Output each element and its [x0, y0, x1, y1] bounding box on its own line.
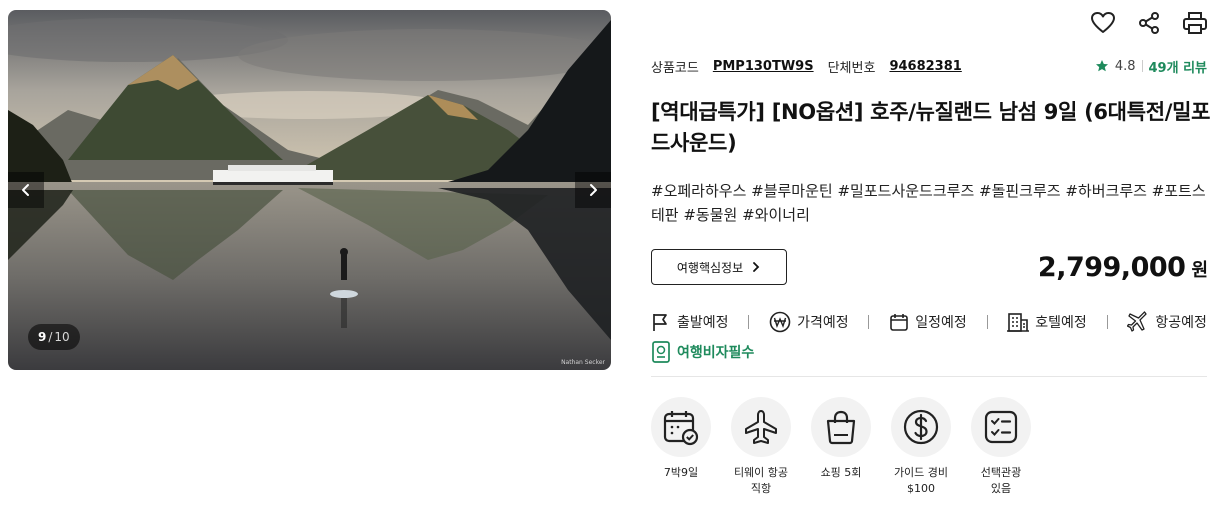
- dollar-icon: [903, 409, 939, 445]
- star-icon: [1095, 60, 1108, 72]
- status-departure: 출발예정: [651, 312, 729, 332]
- product-code-label: 상품코드: [651, 60, 699, 76]
- hotel-icon: [1007, 313, 1030, 332]
- divider: [868, 315, 870, 329]
- chevron-right-icon: [590, 184, 597, 196]
- airplane-icon: [745, 410, 777, 444]
- review-count-link[interactable]: 49개 리뷰: [1149, 57, 1208, 76]
- gallery-next-button[interactable]: [575, 172, 611, 208]
- feature-bubble: [971, 397, 1031, 457]
- won-icon: [769, 311, 791, 333]
- divider: [748, 315, 750, 329]
- divider: [1106, 315, 1108, 329]
- feature-bubble: [811, 397, 871, 457]
- print-icon: [1183, 12, 1207, 34]
- calendar-icon: [890, 314, 908, 331]
- status-label: 가격예정: [797, 315, 849, 331]
- core-info-label: 여행핵심정보: [676, 260, 744, 275]
- visa-required: 여행비자필수: [651, 341, 754, 363]
- feature-label: 쇼핑 5회: [820, 466, 862, 479]
- price-amount: 2,799,000: [1037, 252, 1186, 283]
- core-info-button[interactable]: 여행핵심정보: [651, 249, 787, 285]
- gallery-current: 9: [38, 330, 47, 344]
- shopping-bag-icon: [826, 410, 856, 445]
- share-icon: [1139, 12, 1159, 34]
- gallery-photo: [8, 10, 611, 370]
- flag-icon: [653, 314, 667, 331]
- product-title: [역대급특가] [NO옵션] 호주/뉴질랜드 남섬 9일 (6대특전/밀포드사운…: [651, 100, 1211, 155]
- status-flight: 항공예정: [1127, 311, 1207, 333]
- feature-list: 7박9일 티웨이 항공 직항 쇼핑 5회 가이드 경비 $100 선택관광 있음: [651, 397, 1031, 497]
- photo-credit: Nathan Secker: [561, 359, 605, 366]
- heart-icon: [1091, 12, 1115, 33]
- group-number[interactable]: 94682381: [889, 59, 961, 74]
- feature-duration: 7박9일: [651, 397, 711, 497]
- price: 2,799,000 원: [1038, 252, 1208, 283]
- chevron-left-icon: [22, 184, 29, 196]
- feature-label: 가이드 경비 $100: [893, 466, 949, 495]
- feature-airline: 티웨이 항공 직항: [731, 397, 791, 497]
- visa-label: 여행비자필수: [677, 345, 755, 361]
- status-label: 항공예정: [1155, 315, 1207, 331]
- checklist-icon: [984, 410, 1018, 444]
- status-price: 가격예정: [769, 311, 849, 333]
- gallery-separator: /: [48, 330, 53, 344]
- status-label: 호텔예정: [1035, 315, 1087, 331]
- status-row: 출발예정 가격예정 일정예정 호텔예정 항공예정: [651, 310, 1207, 334]
- product-code[interactable]: PMP130TW9S: [713, 59, 814, 74]
- airplane-icon: [1127, 311, 1148, 332]
- feature-bubble: [651, 397, 711, 457]
- passport-icon: [652, 341, 670, 363]
- share-button[interactable]: [1136, 10, 1162, 36]
- status-label: 일정예정: [915, 315, 967, 331]
- chevron-right-icon: [753, 262, 760, 272]
- status-hotel: 호텔예정: [1007, 312, 1087, 332]
- rating-score: 4.8: [1114, 58, 1136, 74]
- feature-bubble: [891, 397, 951, 457]
- feature-bubble: [731, 397, 791, 457]
- feature-label: 티웨이 항공 직항: [733, 466, 789, 495]
- feature-label: 선택관광 있음: [980, 466, 1022, 495]
- product-actions: [1090, 10, 1208, 36]
- feature-label: 7박9일: [663, 466, 699, 479]
- rating-divider: [1141, 60, 1143, 72]
- gallery-prev-button[interactable]: [8, 172, 44, 208]
- gallery-total: 10: [54, 330, 70, 344]
- feature-guide-fee: 가이드 경비 $100: [891, 397, 951, 497]
- section-divider: [651, 376, 1207, 377]
- product-meta: 상품코드 PMP130TW9S 단체번호 94682381 4.8 49개 리뷰: [651, 57, 1207, 76]
- group-number-label: 단체번호: [827, 60, 876, 76]
- product-tags: #오페라하우스 #블루마운틴 #밀포드사운드크루즈 #돌핀크루즈 #하버크루즈 …: [651, 182, 1206, 224]
- wishlist-button[interactable]: [1090, 10, 1116, 36]
- status-schedule: 일정예정: [889, 312, 967, 332]
- gallery-counter: 9 / 10: [28, 324, 80, 350]
- rating: 4.8 49개 리뷰: [1095, 57, 1207, 76]
- status-label: 출발예정: [677, 315, 729, 331]
- photo-gallery[interactable]: 9 / 10 Nathan Secker: [8, 10, 611, 370]
- calendar-check-icon: [663, 411, 699, 446]
- feature-optional-tours: 선택관광 있음: [971, 397, 1031, 497]
- feature-shopping: 쇼핑 5회: [811, 397, 871, 497]
- price-unit: 원: [1191, 260, 1208, 281]
- divider: [986, 315, 988, 329]
- print-button[interactable]: [1182, 10, 1208, 36]
